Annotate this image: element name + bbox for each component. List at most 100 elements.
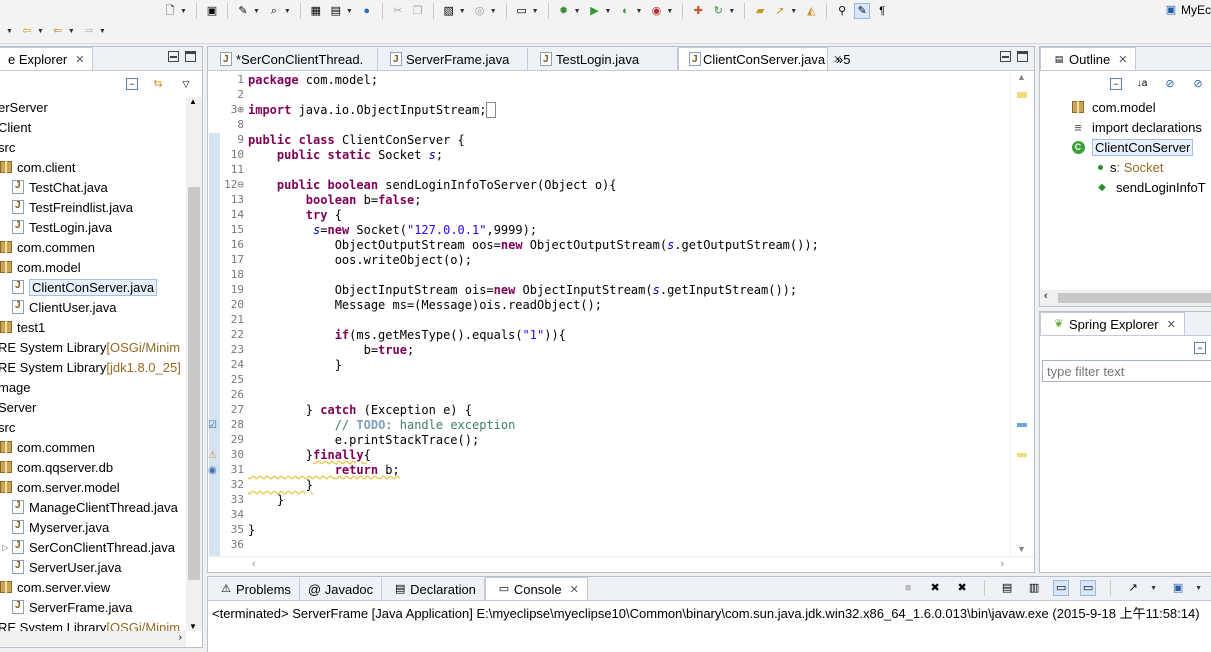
maximize-icon[interactable]	[1017, 51, 1028, 62]
bottom-tab[interactable]: ▤ Declaration	[382, 578, 485, 600]
scroll-up-icon[interactable]: ▲	[189, 97, 197, 106]
pilcrow-icon[interactable]: ¶	[874, 3, 890, 19]
code-line[interactable]	[248, 118, 1010, 133]
code-line[interactable]: // TODO: handle exception	[248, 418, 1010, 433]
link-with-editor-icon[interactable]: ⇆	[150, 76, 166, 92]
code-line[interactable]: boolean b=false;	[248, 193, 1010, 208]
highlight-icon[interactable]: ✎	[854, 3, 871, 19]
cut-icon[interactable]: ✂	[390, 3, 406, 19]
tab-outline[interactable]: ▤ Outline ✕	[1040, 47, 1137, 70]
spring-filter-input[interactable]	[1042, 360, 1211, 382]
open-type-icon[interactable]: ▧	[441, 3, 457, 19]
forward-icon[interactable]: ⇒	[81, 23, 97, 39]
deploy-icon[interactable]: ▦	[308, 3, 324, 19]
tree-item-file[interactable]: ClientUser.java	[10, 297, 116, 317]
terminate-icon[interactable]: ■	[900, 580, 916, 596]
outline-scroll-thumb[interactable]	[1058, 293, 1211, 303]
maximize-icon[interactable]	[185, 51, 196, 62]
code-line[interactable]	[248, 373, 1010, 388]
tree-item-package[interactable]: com.server.view	[0, 577, 110, 597]
tree-item-file[interactable]: ClientConServer.java	[10, 277, 158, 297]
explorer-hscrollbar[interactable]: ›	[0, 631, 186, 647]
scroll-left-icon[interactable]: ‹	[1044, 290, 1048, 302]
tree-item[interactable]: mage	[0, 377, 31, 397]
code-line[interactable]	[248, 388, 1010, 403]
collapse-all-icon[interactable]: −	[1110, 78, 1122, 90]
coverage-icon[interactable]: ◐	[617, 3, 633, 19]
tree-item[interactable]: src	[0, 137, 15, 157]
folder-icon[interactable]: ▰	[752, 3, 768, 19]
server-icon[interactable]: ▤	[328, 3, 344, 19]
close-icon[interactable]: ✕	[570, 583, 579, 596]
scroll-left-icon[interactable]: ‹	[252, 558, 256, 570]
globe-icon[interactable]: ●	[359, 3, 375, 19]
tree-item-package[interactable]: com.commen	[0, 237, 95, 257]
tree-item-file[interactable]: ServerUser.java	[10, 557, 121, 577]
code-editor[interactable]: 1 2 3⊕ 8 9 10 11 12⊖ 13 14 15 16 17 18 19 20 21 22 23 24 25 2…	[208, 72, 1010, 572]
folder-open-icon[interactable]: ◭	[803, 3, 819, 19]
warning-marker-icon[interactable]	[1017, 92, 1027, 98]
editor-tab[interactable]: TestLogin.java	[528, 48, 678, 70]
new-wizard-icon[interactable]: 🗋	[162, 3, 178, 19]
remove-launch-icon[interactable]: ✖	[927, 580, 943, 596]
external-tools-icon[interactable]: ◉	[648, 3, 664, 19]
debug-icon[interactable]: ✹	[556, 3, 572, 19]
scroll-down-icon[interactable]: ▼	[189, 622, 197, 631]
back-icon[interactable]: ⇐	[50, 23, 66, 39]
code-line[interactable]: oos.writeObject(o);	[248, 253, 1010, 268]
browser-icon[interactable]: ◎	[472, 3, 488, 19]
show-on-error-icon[interactable]: ▭	[1080, 580, 1097, 596]
outline-hscrollbar[interactable]: ‹	[1040, 290, 1211, 306]
code-line[interactable]	[248, 508, 1010, 523]
remove-all-icon[interactable]: ✖	[954, 580, 970, 596]
tree-item[interactable]: Client	[0, 117, 31, 137]
tab-spring-explorer[interactable]: ❦ Spring Explorer ✕	[1040, 312, 1185, 335]
code-line[interactable]	[248, 163, 1010, 178]
tree-item[interactable]: erServer	[0, 97, 48, 117]
outline-item[interactable]: com.model	[1070, 97, 1156, 117]
tree-item-file[interactable]: TestFreindlist.java	[10, 197, 133, 217]
code-line[interactable]	[248, 538, 1010, 553]
tree-item-package[interactable]: com.model	[0, 257, 81, 277]
code-line[interactable]: try {	[248, 208, 1010, 223]
code-line[interactable]: package com.model;	[248, 73, 1010, 88]
run-dropdown-icon[interactable]: ✎	[235, 3, 251, 19]
code-line[interactable]: public class ClientConServer {	[248, 133, 1010, 148]
scroll-right-icon[interactable]: ›	[179, 632, 182, 643]
editor-tab[interactable]: ServerFrame.java	[378, 48, 528, 70]
scroll-down-icon[interactable]: ▼	[1017, 544, 1026, 554]
code-line[interactable]: b=true;	[248, 343, 1010, 358]
tree-item[interactable]: RE System Library [OSGi/Minim	[0, 337, 180, 357]
collapse-all-icon[interactable]: −	[1194, 342, 1206, 354]
warning-marker-icon[interactable]	[1017, 453, 1027, 457]
code-line[interactable]	[248, 88, 1010, 103]
hide-static-icon[interactable]: ⊘	[1190, 76, 1206, 92]
tree-item-file[interactable]: TestChat.java	[10, 177, 108, 197]
code-line[interactable]: public boolean sendLoginInfoToServer(Obj…	[248, 178, 1010, 193]
tree-item-package[interactable]: test1	[0, 317, 45, 337]
code-line[interactable]: }	[248, 523, 1010, 538]
code-line[interactable]: }finally{	[248, 448, 1010, 463]
outline-item[interactable]: ≡ import declarations	[1070, 117, 1202, 137]
task-marker-icon[interactable]	[1017, 423, 1027, 427]
tree-item-file[interactable]: ServerFrame.java	[10, 597, 132, 617]
print-icon[interactable]: ▣	[204, 3, 220, 19]
code-line[interactable]	[248, 313, 1010, 328]
outline-item[interactable]: C ClientConServer	[1070, 137, 1194, 157]
code-line[interactable]: s=new Socket("127.0.0.1",9999);	[248, 223, 1010, 238]
refresh-icon[interactable]: ↻	[710, 3, 726, 19]
code-line[interactable]: ObjectOutputStream oos=new ObjectOutputS…	[248, 238, 1010, 253]
close-icon[interactable]: ✕	[1167, 318, 1176, 331]
tree-item-file[interactable]: ▷ SerConClientThread.java	[2, 537, 175, 557]
pin-console-icon[interactable]: ↗	[1125, 580, 1141, 596]
flash-icon[interactable]: ➚	[772, 3, 788, 19]
code-line[interactable]: ObjectInputStream ois=new ObjectInputStr…	[248, 283, 1010, 298]
code-line[interactable]	[248, 268, 1010, 283]
tab-package-explorer[interactable]: e Explorer ✕	[0, 47, 94, 70]
run-icon[interactable]: ▶	[587, 3, 603, 19]
bottom-tab[interactable]: ▭ Console ✕	[484, 577, 588, 600]
console-icon[interactable]: ▭	[514, 3, 530, 19]
collapse-all-icon[interactable]: −	[126, 78, 138, 90]
more-tabs-button[interactable]: »5	[828, 48, 858, 70]
explorer-vscrollbar[interactable]: ▲ ▼	[186, 97, 202, 631]
